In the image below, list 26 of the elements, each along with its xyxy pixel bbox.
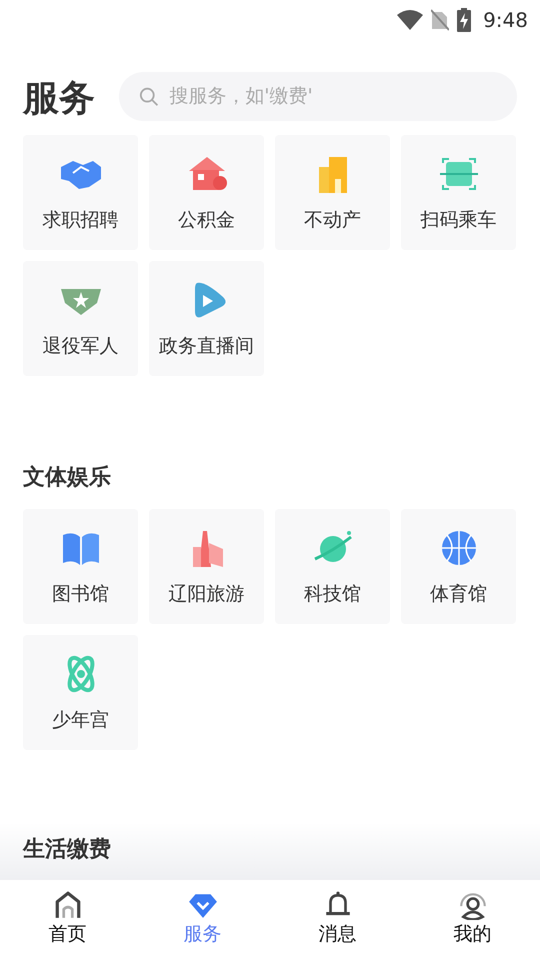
service-tile[interactable]: 退役军人 — [23, 261, 138, 376]
wifi-icon — [397, 10, 424, 30]
battery-charging-icon — [457, 8, 472, 32]
clock-time: 9:48 — [483, 7, 528, 34]
search-field[interactable]: 搜服务，如'缴费' — [167, 81, 497, 112]
section-title: 文体娱乐 — [22, 464, 112, 492]
service-tile[interactable]: 政务直播间 — [149, 261, 264, 376]
service-tile[interactable]: 辽阳旅游 — [149, 509, 264, 624]
page-title: 服务 — [23, 77, 95, 121]
tab-button[interactable]: 我的 — [405, 880, 540, 959]
service-tile[interactable]: 公积金 — [149, 135, 264, 250]
service-tile[interactable]: 求职招聘 — [23, 135, 138, 250]
no-sim-icon — [431, 9, 450, 31]
search-bar[interactable]: 搜服务，如'缴费' — [119, 72, 517, 121]
tab-button[interactable]: 消息 — [270, 880, 405, 959]
service-tile[interactable]: 少年宫 — [23, 635, 138, 750]
service-tile[interactable]: 图书馆 — [23, 509, 138, 624]
service-tile[interactable]: 科技馆 — [275, 509, 390, 624]
service-tile[interactable]: 体育馆 — [401, 509, 516, 624]
service-tile[interactable]: 不动产 — [275, 135, 390, 250]
profile-icon — [458, 890, 488, 920]
tab-button[interactable]: 服务 — [135, 880, 270, 959]
service-tile[interactable]: 扫码乘车 — [401, 135, 516, 250]
home-icon — [52, 890, 82, 920]
tab-button[interactable]: 首页 — [0, 880, 135, 959]
search-icon — [139, 86, 160, 108]
